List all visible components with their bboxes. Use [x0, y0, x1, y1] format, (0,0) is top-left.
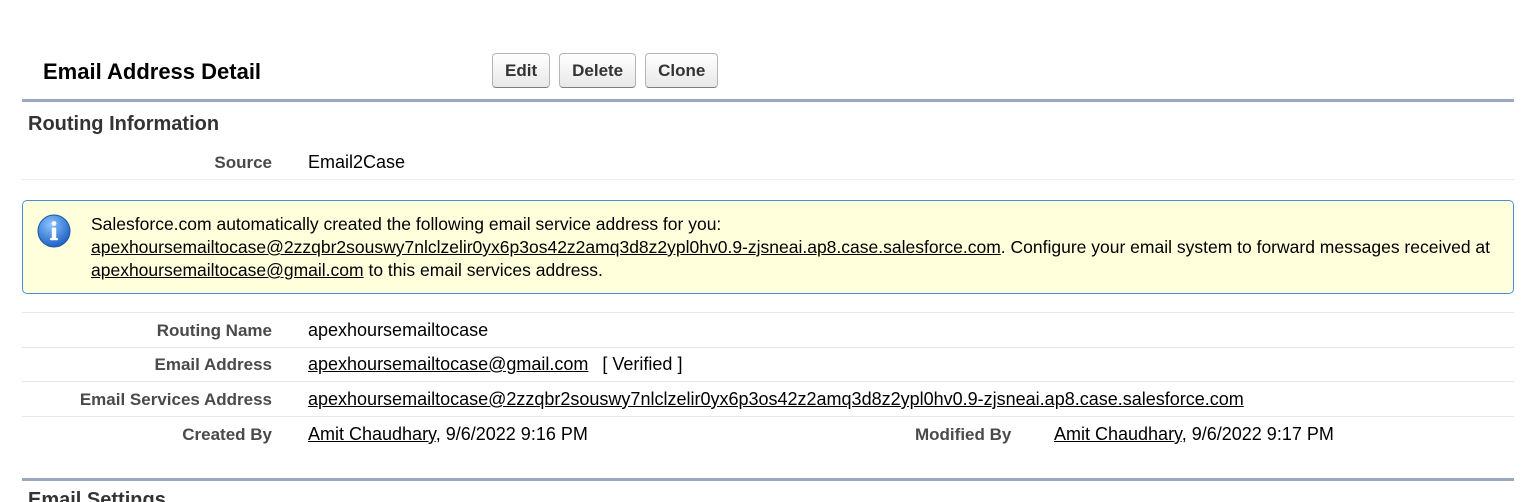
created-by-user-link[interactable]: Amit Chaudhary [308, 424, 436, 444]
email-address-value: apexhoursemailtocase@gmail.com [ Verified… [308, 354, 682, 375]
routing-name-value: apexhoursemailtocase [308, 320, 489, 340]
modified-by-label: Modified By [915, 425, 1012, 444]
email-address-row: Email Address apexhoursemailtocase@gmail… [22, 347, 1514, 382]
info-after-address: . Configure your email system to forward… [1000, 237, 1491, 257]
clone-button[interactable]: Clone [645, 53, 719, 88]
source-value: Email2Case [308, 152, 406, 172]
created-by-value: Amit Chaudhary, 9/6/2022 9:16 PM [308, 424, 588, 445]
modified-by-date: , 9/6/2022 9:17 PM [1181, 424, 1334, 444]
source-row: Source Email2Case [22, 145, 1514, 180]
email-address-label: Email Address [154, 355, 272, 374]
email-address-link[interactable]: apexhoursemailtocase@gmail.com [308, 354, 588, 374]
email-services-address-row: Email Services Address apexhoursemailtoc… [22, 382, 1514, 417]
info-tail: to this email services address. [363, 260, 603, 280]
modified-by-value: Amit Chaudhary, 9/6/2022 9:17 PM [1054, 424, 1334, 445]
toolbar: Edit Delete Clone [492, 53, 719, 88]
created-by-date: , 9/6/2022 9:16 PM [435, 424, 588, 444]
info-service-address-link[interactable]: apexhoursemailtocase@2zzqbr2souswy7nlclz… [91, 237, 1001, 257]
email-settings-heading: Email Settings [28, 489, 166, 502]
email-services-address-value: apexhoursemailtocase@2zzqbr2souswy7nlclz… [308, 389, 1244, 410]
section-divider-top [22, 99, 1514, 102]
source-label: Source [214, 153, 272, 172]
routing-name-label: Routing Name [156, 321, 272, 340]
info-email-link[interactable]: apexhoursemailtocase@gmail.com [91, 260, 364, 280]
info-message-box: Salesforce.com automatically created the… [22, 200, 1514, 294]
routing-name-row: Routing Name apexhoursemailtocase [22, 312, 1514, 348]
section-divider-bottom [22, 478, 1514, 481]
delete-button[interactable]: Delete [559, 53, 637, 88]
email-address-detail-page: Email Address Detail Edit Delete Clone R… [0, 0, 1536, 502]
verified-status: [ Verified ] [602, 354, 683, 374]
email-services-address-label: Email Services Address [79, 390, 272, 409]
info-line1: Salesforce.com automatically created the… [91, 214, 722, 234]
created-modified-row: Created By Amit Chaudhary, 9/6/2022 9:16… [22, 417, 1514, 452]
modified-by-user-link[interactable]: Amit Chaudhary [1054, 424, 1182, 444]
info-icon [37, 214, 71, 248]
email-services-address-link[interactable]: apexhoursemailtocase@2zzqbr2souswy7nlclz… [308, 389, 1244, 409]
routing-information-heading: Routing Information [28, 113, 220, 135]
edit-button[interactable]: Edit [492, 53, 551, 88]
page-title: Email Address Detail [43, 59, 262, 84]
info-message-text: Salesforce.com automatically created the… [91, 213, 1501, 282]
created-by-label: Created By [182, 425, 272, 444]
